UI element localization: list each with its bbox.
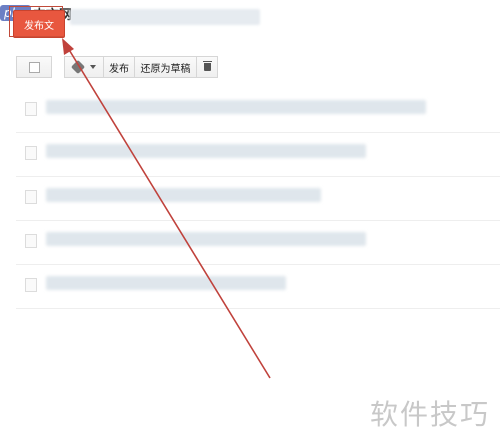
watermark-text: 软件技巧 (369, 398, 490, 431)
arrow-head (62, 38, 74, 55)
annotation-arrow (62, 38, 271, 379)
arrow-shaft (67, 47, 271, 379)
